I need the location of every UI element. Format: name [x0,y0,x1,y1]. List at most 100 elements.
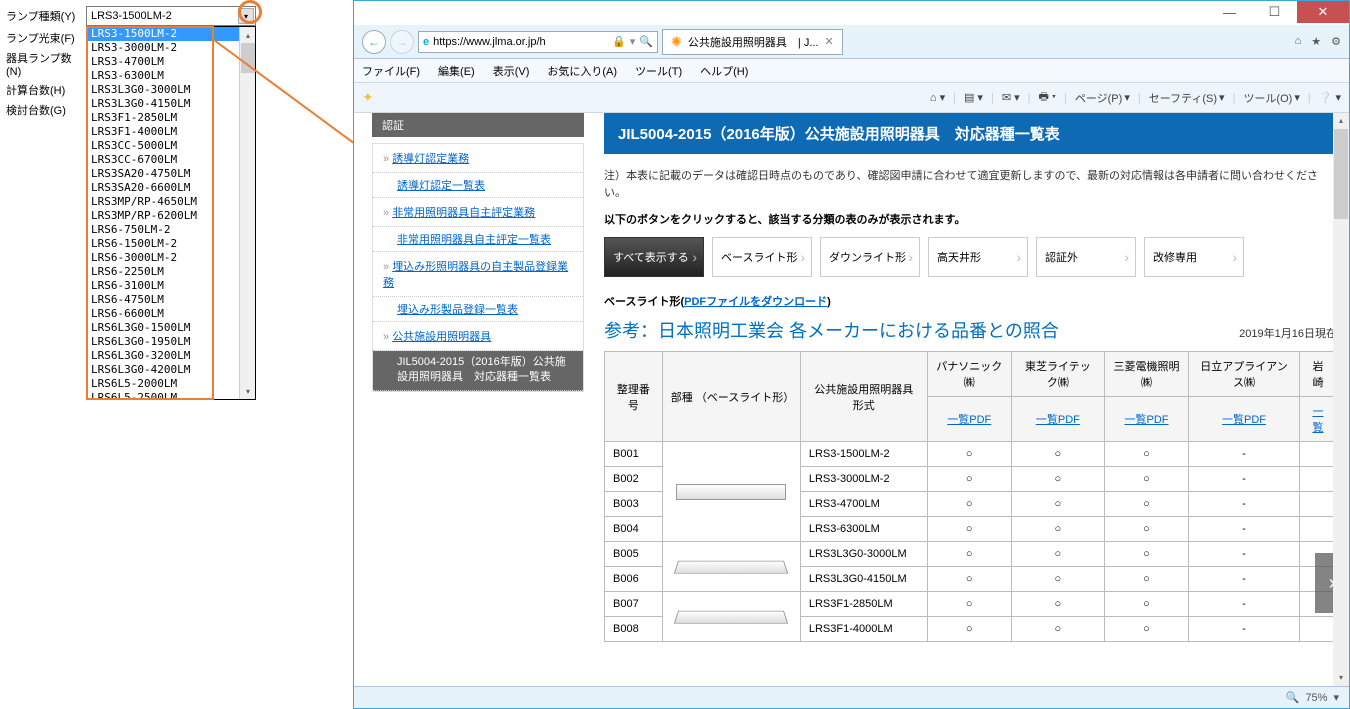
filter-high[interactable]: 高天井形› [928,237,1028,277]
content-scrollbar[interactable]: ▴ ▾ [1333,113,1349,686]
scroll-up-icon[interactable]: ▴ [240,27,256,43]
menu-view[interactable]: 表示(V) [493,63,530,79]
feeds-icon[interactable]: ▤ ▾ [964,91,983,104]
search-icon[interactable]: 🔍 [639,35,653,48]
help-icon[interactable]: ❔ ▾ [1319,91,1341,104]
filter-ncert[interactable]: 認証外› [1036,237,1136,277]
minimize-button[interactable]: — [1207,1,1252,23]
list-item[interactable]: LRS3-1500LM-2 [87,27,255,41]
list-item[interactable]: LRS3L3G0-3000LM [87,83,255,97]
list-item[interactable]: LRS6-3000LM-2 [87,251,255,265]
menu-help[interactable]: ヘルプ(H) [700,63,748,79]
filter-base[interactable]: ベースライト形› [712,237,812,277]
list-item[interactable]: LRS6-750LM-2 [87,223,255,237]
sidebar-sub-3a[interactable]: 埋込み形製品登録一覧表 [373,297,583,322]
chevron-right-icon: › [800,249,805,265]
scroll-up-icon[interactable]: ▴ [1333,113,1349,129]
list-item[interactable]: LRS6-2250LM [87,265,255,279]
lamp-type-combo[interactable]: LRS3-1500LM-2 ▾ [86,6,256,26]
cell-val: ○ [1104,467,1188,492]
pdf-download-link[interactable]: PDFファイルをダウンロード [684,296,827,308]
scroll-thumb[interactable] [1334,129,1348,219]
cell-val: ○ [1104,592,1188,617]
forward-button[interactable]: → [390,30,414,54]
sidebar-item-1[interactable]: 誘導灯認定業務 [373,144,583,173]
th-m4: 日立アプライアンス㈱ [1189,352,1300,397]
home-icon[interactable]: ⌂ ▾ [930,91,945,104]
list-item[interactable]: LRS6L5-2000LM [87,377,255,391]
cmd-tools[interactable]: ツール(O) ▾ [1243,90,1299,106]
list-item[interactable]: LRS3CC-6700LM [87,153,255,167]
list-item[interactable]: LRS6L3G0-1500LM [87,321,255,335]
tab-close-icon[interactable]: ✕ [825,35,834,48]
url-bar[interactable]: e https://www.jlma.or.jp/h 🔒 ▾ 🔍 [418,31,658,53]
ie-icon: e [423,36,429,48]
list-item[interactable]: LRS3CC-5000LM [87,139,255,153]
scroll-thumb[interactable] [241,43,255,73]
menu-edit[interactable]: 編集(E) [438,63,475,79]
zoom-icon[interactable]: 🔍 [1286,691,1300,704]
mail-icon[interactable]: ✉ ▾ [1002,91,1020,104]
command-bar: ✦ ⌂ ▾| ▤ ▾| ✉ ▾| 🖶 ▾| ページ(P) ▾| セーフティ(S)… [354,83,1349,113]
chevron-right-icon: › [692,249,697,265]
list-item[interactable]: LRS6-3100LM [87,279,255,293]
cmd-safety[interactable]: セーフティ(S) ▾ [1149,90,1225,106]
cmd-page[interactable]: ページ(P) ▾ [1075,90,1130,106]
back-button[interactable]: ← [362,30,386,54]
filter-repair[interactable]: 改修専用› [1144,237,1244,277]
add-favorite-icon[interactable]: ✦ [362,89,374,106]
list-item[interactable]: LRS6L3G0-3200LM [87,349,255,363]
list-item[interactable]: LRS3L3G0-4150LM [87,97,255,111]
list-item[interactable]: LRS6-6600LM [87,307,255,321]
sidebar-sub-2a[interactable]: 非常用照明器具自主評定一覧表 [373,227,583,252]
pdf-link-4[interactable]: 一覧PDF [1222,414,1266,426]
cell-val: ○ [927,617,1011,642]
list-item[interactable]: LRS3F1-4000LM [87,125,255,139]
sidebar-item-3[interactable]: 埋込み形照明器具の自主製品登録業務 [373,252,583,297]
pdf-link-1[interactable]: 一覧PDF [947,414,991,426]
list-item[interactable]: LRS3SA20-4750LM [87,167,255,181]
sidebar-item-4[interactable]: 公共施設用照明器具 [373,322,583,351]
zoom-dropdown-icon[interactable]: ▾ [1333,691,1339,704]
home-icon[interactable]: ⌂ [1295,35,1302,48]
maximize-button[interactable]: ☐ [1252,1,1297,23]
list-item[interactable]: LRS3MP/RP-4650LM [87,195,255,209]
sidebar-item-2[interactable]: 非常用照明器具自主評定業務 [373,198,583,227]
list-scrollbar[interactable]: ▴ ▾ [239,27,255,399]
list-item[interactable]: LRS3-6300LM [87,69,255,83]
scroll-down-icon[interactable]: ▾ [1333,670,1349,686]
pdf-link-2[interactable]: 一覧PDF [1036,414,1080,426]
gear-icon[interactable]: ⚙ [1331,35,1341,48]
list-item[interactable]: LRS3F1-2850LM [87,111,255,125]
dropdown-icon[interactable]: ▾ [630,35,636,48]
list-item[interactable]: LRS3-3000LM-2 [87,41,255,55]
filter-all[interactable]: すべて表示する› [604,237,704,277]
lamp-type-label: ランプ種類(Y) [6,8,86,24]
pdf-link-5[interactable]: 一覧 [1312,406,1323,434]
cell-seq: B002 [605,467,663,492]
favorites-icon[interactable]: ★ [1311,35,1321,48]
list-item[interactable]: LRS3-4700LM [87,55,255,69]
cell-val: ○ [1011,617,1104,642]
scroll-down-icon[interactable]: ▾ [240,383,256,399]
menu-favorites[interactable]: お気に入り(A) [547,63,617,79]
list-item[interactable]: LRS6L5-2500LM [87,391,255,400]
list-item[interactable]: LRS6L3G0-4200LM [87,363,255,377]
list-item[interactable]: LRS6-1500LM-2 [87,237,255,251]
print-icon[interactable]: 🖶 ▾ [1038,88,1056,107]
list-item[interactable]: LRS3MP/RP-6200LM [87,209,255,223]
titlebar: — ☐ ✕ [354,1,1349,25]
cell-val [1299,517,1336,542]
close-button[interactable]: ✕ [1297,1,1349,23]
list-item[interactable]: LRS6L3G0-1950LM [87,335,255,349]
menu-tools[interactable]: ツール(T) [635,63,682,79]
pdf-link-3[interactable]: 一覧PDF [1125,414,1169,426]
menu-file[interactable]: ファイル(F) [362,63,420,79]
list-item[interactable]: LRS3SA20-6600LM [87,181,255,195]
filter-down[interactable]: ダウンライト形› [820,237,920,277]
lamp-type-list[interactable]: LRS3-1500LM-2LRS3-3000LM-2LRS3-4700LMLRS… [86,26,256,400]
sidebar-sub-1a[interactable]: 誘導灯認定一覧表 [373,173,583,198]
list-item[interactable]: LRS6-4750LM [87,293,255,307]
browser-tab[interactable]: ✺ 公共施設用照明器具 | J... ✕ [662,29,843,55]
sidebar-sub-4a[interactable]: JIL5004-2015（2016年版）公共施設用照明器具 対応器種一覧表 [373,351,583,391]
